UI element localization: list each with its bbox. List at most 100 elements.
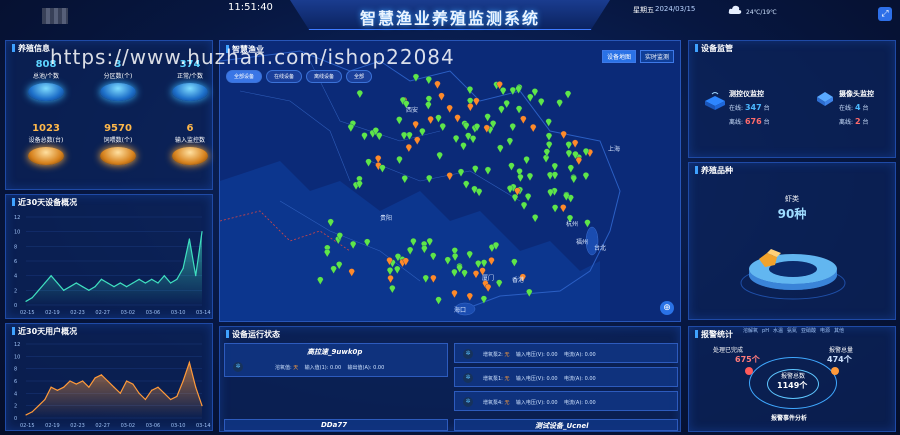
device-metric: 增氧泵2: 无 输入电压(V): 0.00 电流(A): 0.00 [483,352,596,358]
y-tick-label: 2 [14,288,17,294]
data-point [182,380,184,382]
x-tick-label: 02-19 [45,423,60,429]
data-point [169,398,172,401]
data-point [201,231,203,233]
species-panel: 养殖品种 虾类 90种 [688,162,896,320]
alarm-panel: 报警统计 溶解氧 pH 水温 氨氮 亚硝酸 电源 其他 处理已完成 675个 报警总量 47… [688,326,896,432]
data-point [107,282,109,284]
data-point [169,282,172,284]
data-point [81,380,84,382]
data-point [69,380,71,382]
farm-info-panel: 养殖信息 808 总池/个数 3 分区数(个) 374 正常/个数 1023 设备总数(台) 9… [5,40,213,190]
tab-realtime[interactable]: 实时监测 [639,50,674,63]
y-tick-label: 0 [14,303,17,309]
fan-icon: ✲ [463,397,473,407]
stat-dish-icon [100,147,136,165]
stat-dish-icon [172,147,208,165]
data-point [132,282,134,284]
city-label: 杭州 [566,221,579,228]
data-point [107,380,109,382]
stat-label: 饲喂数(个) [103,137,133,144]
alarm-analysis-title: 报警事件分析 [771,415,808,422]
panel-title: 近30天设备概况 [12,197,77,208]
x-tick-label: 03-14 [196,423,211,429]
device-card[interactable]: DDa77 [224,419,448,431]
stat-value: 3 [114,59,122,70]
logo [42,8,68,24]
series-area [26,362,202,418]
x-tick-label: 03-02 [121,423,136,429]
data-point [25,300,27,302]
data-point [37,405,40,407]
device-row[interactable]: ✲ 增氧泵2: 无 输入电压(V): 0.00 电流(A): 0.00 [454,343,678,363]
data-point [56,282,59,284]
stat-card: 9570 饲喂数(个) [92,123,144,165]
species-donut-chart [740,249,846,300]
device-monitor-panel: 设备监管 测控仪监控 在线: 347 台 离线: 676 台 摄像头监控 在线:… [688,40,896,158]
device-metric: 溶氧值: 天 输入值(1): 0.00 输出值(A): 0.00 [275,365,385,371]
x-tick-label: 03-06 [146,310,161,316]
legend-item: 电源 [820,328,831,334]
tab-device-map[interactable]: 设备地图 [601,50,636,63]
x-tick-label: 02-23 [70,310,85,316]
data-point [50,386,52,388]
y-tick-label: 10 [14,230,20,236]
device-metric: 增氧泵1: 无 输入电压(V): 0.00 电流(A): 0.00 [483,376,596,382]
crosshair-icon[interactable]: ⊕ [660,301,674,315]
stat-value: 1023 [32,123,60,134]
device-card[interactable]: 测试设备_Ucnel [454,419,678,431]
panel-title: 养殖品种 [695,165,733,176]
filter-offline[interactable]: 离线设备 [306,70,343,83]
device-card[interactable]: 高拉速_9uwk0p ✲ 溶氧值: 天 输入值(1): 0.00 输出值(A):… [224,343,448,377]
filter-online[interactable]: 在线设备 [266,70,303,83]
data-point [81,286,84,288]
device-row[interactable]: ✲ 增氧泵4: 无 输入电压(V): 0.00 电流(A): 0.00 [454,391,678,411]
data-point [157,282,159,284]
device-row[interactable]: ✲ 增氧泵1: 无 输入电压(V): 0.00 电流(A): 0.00 [454,367,678,387]
series-area [26,231,202,305]
legend-item: 溶解氧 [743,328,759,334]
data-point [176,278,178,280]
map-panel[interactable]: 智慧渔业 设备地图 实时监测 全部设备 在线设备 离线设备 全部 西安 上海 杭… [219,40,681,322]
device-chart-panel: 近30天设备概况 12 10 8 6 4 2 0 02-15 02-19 02-23 02-27 03… [5,194,213,319]
x-tick-label: 02-19 [45,310,60,316]
cloud-icon [728,5,742,14]
stat-dish-icon [28,147,64,165]
router-icon [705,92,725,110]
data-point [94,286,96,288]
device-name: 测试设备_Ucnel [535,422,589,430]
camera-icon [817,92,833,106]
filter-all-devices[interactable]: 全部设备 [226,70,263,83]
user-chart-panel: 近30天用户概况 12 10 8 6 4 2 0 02-15 02-19 02-23 02-27 03… [5,323,213,431]
date: 2024/03/15 [655,5,696,13]
offline-count: 离线: 676 台 [729,117,770,126]
online-count: 在线: 347 台 [729,103,770,112]
y-tick-label: 6 [14,259,17,265]
alarm-legend: 溶解氧 pH 水温 氨氮 亚硝酸 电源 其他 [743,327,848,334]
user-area-chart: 12 10 8 6 4 2 002-15 02-19 02-23 02-27 03-02 03-06 0… [14,342,211,429]
data-point [37,289,40,291]
data-point [69,286,71,288]
x-tick-label: 03-06 [146,423,161,429]
city-label: 厦门 [482,275,495,282]
city-label: 香港 [512,277,525,284]
weekday: 星期五 [633,6,654,14]
device-type-name: 摄像头监控 [839,90,874,98]
device-name: 高拉速_9uwk0p [307,348,363,356]
y-tick-label: 6 [14,379,17,385]
legend-item: 其他 [834,328,845,334]
data-point [195,275,197,277]
temperature: 24℃/19℃ [746,9,777,16]
fullscreen-icon[interactable]: ⤢ [878,7,892,21]
data-point [163,392,165,394]
data-point [132,383,134,385]
legend-item: 氨氮 [786,328,797,334]
data-point [113,286,115,288]
stat-dish-icon [100,83,136,101]
filter-all[interactable]: 全部 [346,70,373,83]
y-tick-label: 8 [14,244,17,250]
stat-card: 6 输入监控数 [164,123,216,165]
total-alarm-label: 报警总量 [829,347,854,354]
map-tabs: 设备地图 实时监测 [601,50,674,63]
china-map[interactable] [220,41,681,322]
